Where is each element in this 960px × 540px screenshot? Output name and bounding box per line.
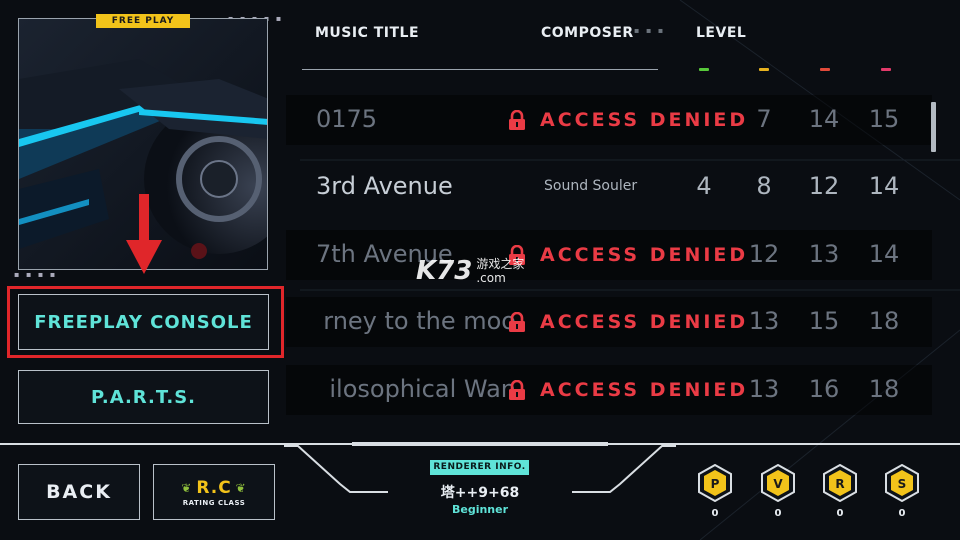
level-header: LEVEL: [696, 25, 747, 41]
stat-count: 0: [711, 508, 719, 519]
song-level: 7: [756, 105, 772, 133]
song-row[interactable]: rney to the moo 13 15 18 ACCESS DENIED: [286, 297, 932, 347]
rating-class-sub: RATING CLASS: [182, 498, 246, 507]
stat-letter: V: [773, 477, 783, 491]
music-title-header: MUSIC TITLE: [315, 25, 420, 41]
stat-badge: V0: [760, 464, 796, 519]
rating-class-button[interactable]: ❦ R.C ❦ RATING CLASS: [153, 464, 275, 520]
stat-count: 0: [836, 508, 844, 519]
song-composer: Sound Souler: [544, 178, 638, 194]
access-denied-text: ACCESS DENIED: [540, 311, 749, 333]
access-denied-label: ACCESS DENIED: [508, 244, 748, 266]
watermark-logo: K73: [416, 256, 473, 286]
song-level: 18: [868, 375, 900, 403]
song-level: 13: [748, 307, 780, 335]
song-level: 13: [748, 375, 780, 403]
laurel-left-icon: ❦: [181, 480, 193, 495]
stat-count: 0: [774, 508, 782, 519]
stat-letter: P: [711, 477, 720, 491]
decor-dots-header: ▪ ▪ ▪: [634, 26, 666, 35]
song-title: 0175: [316, 105, 378, 133]
song-row[interactable]: 0175 7 14 15 ACCESS DENIED: [286, 95, 932, 145]
renderer-name: 塔++9+68: [440, 485, 520, 501]
laurel-right-icon: ❦: [235, 480, 247, 495]
hex-badge-icon: P: [698, 464, 732, 502]
song-row[interactable]: 7th Avenue 12 13 14 ACCESS DENIED: [286, 230, 932, 280]
song-level: 18: [868, 307, 900, 335]
lock-icon: [509, 312, 525, 332]
song-title: ilosophical Wan: [329, 375, 516, 403]
difficulty-easy-indicator: [699, 68, 709, 71]
parts-button[interactable]: P.A.R.T.S.: [18, 370, 269, 424]
access-denied-label: ACCESS DENIED: [508, 379, 748, 401]
song-row[interactable]: ilosophical Wan 13 16 18 ACCESS DENIED: [286, 365, 932, 415]
red-arrow-icon: [126, 194, 162, 274]
watermark-text-top: 游戏之家: [476, 257, 525, 271]
composer-header: COMPOSER: [541, 25, 634, 41]
k73-watermark: K73 游戏之家 .com: [416, 256, 524, 286]
stat-badge: R0: [822, 464, 858, 519]
song-list-scrollbar[interactable]: [931, 102, 936, 152]
rating-class-label: R.C: [196, 477, 232, 498]
song-level: 13: [808, 240, 840, 268]
song-level: 12: [808, 172, 840, 200]
header-divider: [302, 69, 658, 70]
song-row[interactable]: 3rd Avenue 4 8 12 14 Sound Souler: [286, 162, 932, 212]
difficulty-extra-indicator: [881, 68, 891, 71]
stat-letter: R: [835, 477, 844, 491]
hex-badge-icon: S: [885, 464, 919, 502]
stat-badge: S0: [884, 464, 920, 519]
back-button[interactable]: BACK: [18, 464, 140, 520]
lock-icon: [509, 380, 525, 400]
song-level: 12: [748, 240, 780, 268]
song-level: 16: [808, 375, 840, 403]
stat-letter: S: [898, 477, 907, 491]
renderer-info-label: RENDERER INFO.: [430, 460, 529, 475]
song-level: 15: [868, 105, 900, 133]
difficulty-normal-indicator: [759, 68, 769, 71]
song-level: 8: [756, 172, 772, 200]
song-level: 4: [696, 172, 712, 200]
decor-dots-bottom: ▪ ▪ ▪ ▪: [14, 270, 58, 279]
access-denied-label: ACCESS DENIED: [508, 109, 748, 131]
song-title: rney to the moo: [323, 307, 516, 335]
difficulty-hard-indicator: [820, 68, 830, 71]
stat-count: 0: [898, 508, 906, 519]
access-denied-text: ACCESS DENIED: [540, 109, 749, 131]
song-level: 14: [868, 172, 900, 200]
access-denied-text: ACCESS DENIED: [540, 379, 749, 401]
renderer-rank: Beginner: [451, 503, 509, 516]
access-denied-label: ACCESS DENIED: [508, 311, 748, 333]
song-title: 3rd Avenue: [316, 172, 453, 200]
watermark-text-bottom: .com: [476, 271, 506, 285]
hex-badge-icon: R: [823, 464, 857, 502]
hex-badge-icon: V: [761, 464, 795, 502]
free-play-badge: FREE PLAY: [96, 14, 190, 28]
stat-badge: P0: [697, 464, 733, 519]
access-denied-text: ACCESS DENIED: [540, 244, 749, 266]
highlight-box: [7, 286, 284, 358]
song-level: 14: [808, 105, 840, 133]
song-level: 14: [868, 240, 900, 268]
song-level: 15: [808, 307, 840, 335]
lock-icon: [509, 110, 525, 130]
